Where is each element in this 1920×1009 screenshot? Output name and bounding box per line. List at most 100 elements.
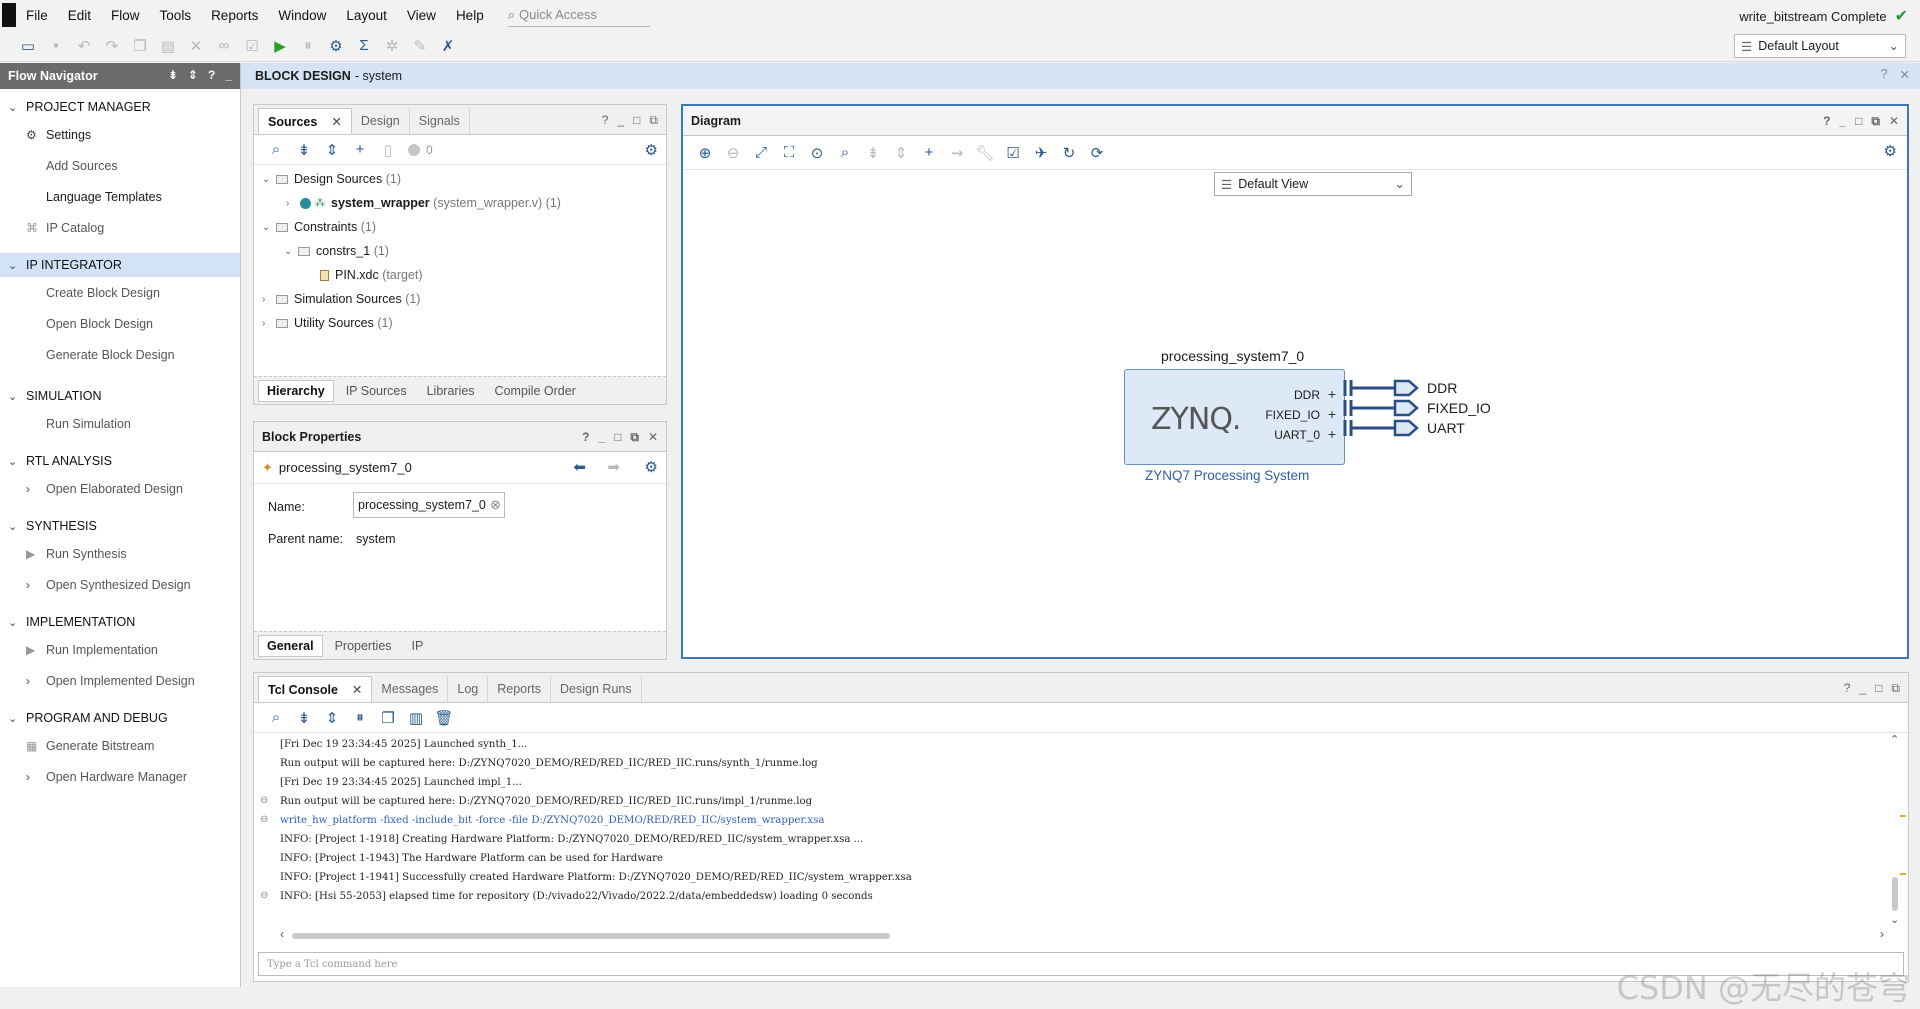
float-icon[interactable]: ⧉: [649, 113, 658, 128]
search-icon[interactable]: ⌕: [262, 137, 290, 163]
close-icon[interactable]: ✕: [648, 430, 658, 445]
diagram-canvas[interactable]: processing_system7_0 ZYNQ. DDR FIXED_IO …: [683, 172, 1907, 657]
tab-properties[interactable]: Properties: [327, 636, 400, 656]
sigma-icon[interactable]: Σ: [350, 33, 378, 59]
expand-port-ddr-icon[interactable]: +: [1328, 386, 1336, 402]
tab-signals[interactable]: Signals: [410, 108, 470, 134]
tab-reports[interactable]: Reports: [488, 676, 552, 702]
zynq-ip-block[interactable]: ZYNQ. DDR FIXED_IO UART_0 + + +: [1124, 369, 1345, 465]
tab-ip[interactable]: IP: [404, 636, 432, 656]
add-ip-icon[interactable]: +: [915, 140, 943, 166]
minimize-icon[interactable]: _: [617, 113, 624, 128]
wand-icon[interactable]: ✲: [378, 33, 406, 59]
cross-tools-icon[interactable]: ✗: [434, 33, 462, 59]
fold-icon[interactable]: ⊖: [260, 814, 268, 825]
tree-constrs-1[interactable]: ⌄ constrs_1 (1): [254, 239, 666, 263]
vertical-scrollbar[interactable]: ⌃ ⌄: [1886, 735, 1906, 927]
close-icon[interactable]: ✕: [1889, 114, 1899, 129]
console-output[interactable]: [Fri Dec 19 23:34:45 2025] Launched synt…: [254, 735, 1908, 947]
gear-icon[interactable]: ⚙: [645, 141, 658, 159]
pin-icon[interactable]: ✈: [1027, 140, 1055, 166]
copy-icon[interactable]: ❐: [126, 33, 154, 59]
nav-open-synthesized-design[interactable]: › Open Synthesized Design: [0, 569, 240, 600]
search-icon[interactable]: ⌕: [262, 705, 290, 731]
add-icon[interactable]: +: [346, 137, 374, 163]
minimize-icon[interactable]: _: [598, 430, 605, 445]
zoom-in-icon[interactable]: ⊕: [691, 140, 719, 166]
scroll-left-icon[interactable]: ‹: [280, 927, 284, 941]
collapse-icon[interactable]: ⇟: [859, 140, 887, 166]
tree-utility-sources[interactable]: › Utility Sources (1): [254, 311, 666, 335]
expand-icon[interactable]: ⇕: [188, 68, 198, 82]
nav-open-hardware-manager[interactable]: › Open Hardware Manager: [0, 761, 240, 792]
nav-create-block-design[interactable]: Create Block Design: [0, 277, 240, 308]
tab-hierarchy[interactable]: Hierarchy: [258, 379, 334, 402]
regenerate-layout-icon[interactable]: ⟳: [1083, 140, 1111, 166]
name-field[interactable]: processing_system7_0 ⊗: [353, 492, 505, 518]
maximize-icon[interactable]: □: [1875, 681, 1882, 696]
expand-port-uart-0-icon[interactable]: +: [1328, 426, 1336, 442]
nav-settings[interactable]: ⚙ Settings: [0, 119, 240, 150]
help-icon[interactable]: ?: [1823, 114, 1830, 129]
scroll-right-icon[interactable]: ›: [1880, 927, 1884, 941]
maximize-icon[interactable]: □: [614, 430, 621, 445]
horizontal-scroll-thumb[interactable]: [292, 933, 890, 939]
pause-icon[interactable]: ⏸: [346, 705, 374, 731]
maximize-icon[interactable]: □: [633, 113, 640, 128]
tree-system-wrapper[interactable]: › ⁂ system_wrapper (system_wrapper.v) (1): [254, 191, 666, 215]
columns-icon[interactable]: ▥: [402, 705, 430, 731]
validate-icon[interactable]: ☑: [999, 140, 1027, 166]
clear-icon[interactable]: ⊗: [490, 497, 501, 513]
tab-sources[interactable]: Sources ✕: [258, 108, 352, 134]
close-icon[interactable]: ✕: [331, 114, 341, 129]
wrench-icon[interactable]: 🔧︎: [971, 140, 999, 166]
menu-edit[interactable]: Edit: [58, 8, 101, 23]
nav-generate-bitstream[interactable]: ▦ Generate Bitstream: [0, 730, 240, 761]
tree-design-sources[interactable]: ⌄ Design Sources (1): [254, 167, 666, 191]
vertical-scroll-thumb[interactable]: [1892, 877, 1898, 911]
tab-libraries[interactable]: Libraries: [419, 381, 483, 401]
redo-icon[interactable]: ↷: [98, 33, 126, 59]
zoom-fit-icon[interactable]: ⤢: [747, 140, 775, 166]
pencil-icon[interactable]: ✎: [406, 33, 434, 59]
layout-select[interactable]: ☰ Default Layout ⌄: [1734, 34, 1906, 58]
run-icon[interactable]: ▶: [266, 33, 294, 59]
tree-constraints[interactable]: ⌄ Constraints (1): [254, 215, 666, 239]
nav-add-sources[interactable]: Add Sources: [0, 150, 240, 181]
collapse-all-icon[interactable]: ⇟: [168, 68, 178, 82]
tab-compile-order[interactable]: Compile Order: [487, 381, 584, 401]
checkbox-icon[interactable]: ☑: [238, 33, 266, 59]
float-icon[interactable]: ⧉: [1891, 681, 1900, 696]
help-icon[interactable]: ?: [1844, 681, 1851, 696]
delete-icon[interactable]: ✕: [182, 33, 210, 59]
zoom-area-icon[interactable]: ⛶: [775, 140, 803, 166]
search-icon[interactable]: ⌕: [831, 140, 859, 166]
refresh-icon[interactable]: ↻: [1055, 140, 1083, 166]
minimize-icon[interactable]: _: [1859, 681, 1866, 696]
close-icon[interactable]: ✕: [1900, 67, 1910, 82]
gear-icon[interactable]: ⚙: [645, 458, 658, 476]
menu-window[interactable]: Window: [268, 8, 336, 23]
menu-view[interactable]: View: [397, 8, 446, 23]
tab-design-runs[interactable]: Design Runs: [551, 676, 642, 702]
external-port-ddr[interactable]: DDR: [1427, 380, 1457, 396]
tab-design[interactable]: Design: [352, 108, 410, 134]
minimize-icon[interactable]: _: [1839, 114, 1846, 129]
center-icon[interactable]: ⊙: [803, 140, 831, 166]
help-icon[interactable]: ?: [582, 430, 589, 445]
maximize-icon[interactable]: □: [1855, 114, 1862, 129]
nav-language-templates[interactable]: Language Templates: [0, 181, 240, 212]
trash-icon[interactable]: 🗑︎: [430, 705, 458, 731]
gear-icon[interactable]: ⚙: [1884, 142, 1897, 160]
step-icon[interactable]: ⏸: [294, 33, 322, 59]
close-icon[interactable]: ✕: [352, 682, 362, 697]
collapse-all-icon[interactable]: ⇟: [290, 705, 318, 731]
nav-open-implemented-design[interactable]: › Open Implemented Design: [0, 665, 240, 696]
section-synthesis[interactable]: ⌄ SYNTHESIS: [0, 514, 240, 538]
horizontal-scrollbar[interactable]: ‹ ›: [280, 927, 1884, 943]
save-icon[interactable]: ▪: [42, 33, 70, 59]
section-rtl-analysis[interactable]: ⌄ RTL ANALYSIS: [0, 449, 240, 473]
paste-icon[interactable]: ▤: [154, 33, 182, 59]
tree-simulation-sources[interactable]: › Simulation Sources (1): [254, 287, 666, 311]
tab-log[interactable]: Log: [448, 676, 489, 702]
